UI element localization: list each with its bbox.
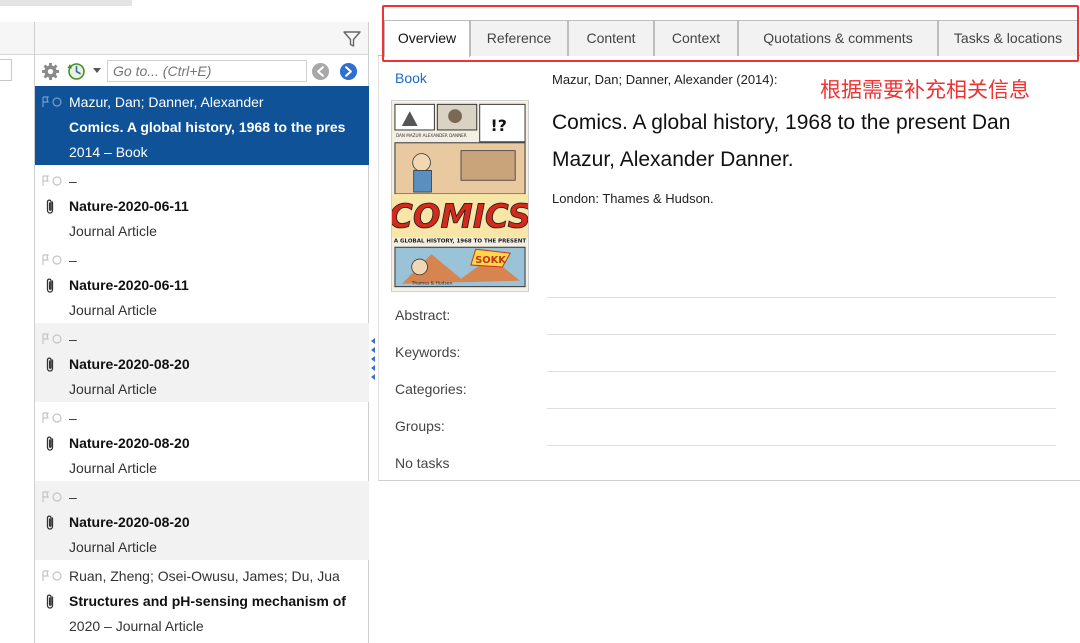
tab-quotations-comments[interactable]: Quotations & comments	[738, 20, 938, 56]
list-item[interactable]: – Nature-2020-08-20 Journal Article	[35, 481, 369, 560]
reference-list: Mazur, Dan; Danner, Alexander Comics. A …	[35, 86, 369, 639]
reference-type-link[interactable]: Book	[395, 70, 427, 86]
item-authors: –	[69, 252, 77, 268]
cover-subtitle-text: A GLOBAL HISTORY, 1968 TO THE PRESENT	[394, 238, 527, 244]
reference-list-toolbar	[35, 55, 368, 86]
tab-bar: Overview Reference Content Context Quota…	[378, 20, 1080, 57]
item-title: Structures and pH-sensing mechanism of	[69, 593, 346, 609]
reference-publisher: London: Thames & Hudson.	[552, 191, 714, 206]
tab-reference[interactable]: Reference	[470, 20, 568, 56]
cover-publisher-text: Thames & Hudson	[411, 281, 453, 287]
tab-context[interactable]: Context	[654, 20, 738, 56]
detail-panel: Overview Reference Content Context Quota…	[378, 0, 1080, 643]
item-title: Nature-2020-08-20	[69, 435, 190, 451]
groups-column-header	[0, 22, 34, 55]
reference-title: Comics. A global history, 1968 to the pr…	[552, 111, 1011, 171]
reference-authors-line: Mazur, Dan; Danner, Alexander (2014):	[552, 72, 778, 87]
item-subtitle: Journal Article	[69, 539, 157, 555]
item-authors: Mazur, Dan; Danner, Alexander	[69, 94, 264, 110]
list-item[interactable]: Ruan, Zheng; Osei-Owusu, James; Du, Jua …	[35, 560, 369, 639]
paperclip-icon	[46, 278, 54, 293]
abstract-label: Abstract:	[395, 307, 451, 323]
reference-list-header	[35, 22, 368, 55]
cover-sound-text: SOKK	[475, 255, 506, 266]
field-divider	[547, 297, 1056, 298]
forward-arrow-icon[interactable]	[339, 62, 358, 81]
list-item[interactable]: – Nature-2020-06-11 Journal Article	[35, 165, 369, 244]
book-cover-image: !? DAN MAZUR ALEXANDER DANNER COMICS A G…	[391, 100, 529, 292]
item-authors: –	[69, 410, 77, 426]
item-title: Nature-2020-06-11	[69, 277, 189, 293]
tab-content[interactable]: Content	[568, 20, 654, 56]
item-subtitle: 2020 – Journal Article	[69, 618, 204, 634]
tab-tasks-locations[interactable]: Tasks & locations	[938, 20, 1078, 56]
cover-title-text: COMICS	[391, 198, 529, 236]
item-subtitle: 2014 – Book	[69, 144, 148, 160]
item-title: Comics. A global history, 1968 to the pr…	[69, 119, 346, 135]
overview-content: Book !? DAN MAZUR ALEXANDER DANNER COMIC…	[378, 56, 1080, 481]
item-title: Nature-2020-08-20	[69, 514, 190, 530]
flag-status-icon[interactable]	[41, 333, 65, 345]
categories-label: Categories:	[395, 381, 467, 397]
item-subtitle: Journal Article	[69, 223, 157, 239]
flag-status-icon[interactable]	[41, 491, 65, 503]
item-subtitle: Journal Article	[69, 302, 157, 318]
splitter-handle[interactable]	[370, 336, 376, 382]
field-divider	[547, 371, 1056, 372]
item-title: Nature-2020-08-20	[69, 356, 190, 372]
back-arrow-icon[interactable]	[311, 62, 330, 81]
item-subtitle: Journal Article	[69, 381, 157, 397]
item-subtitle: Journal Article	[69, 460, 157, 476]
groups-search-input[interactable]	[0, 59, 12, 81]
item-title: Nature-2020-06-11	[69, 198, 189, 214]
tab-overview[interactable]: Overview	[384, 20, 470, 57]
item-authors: –	[69, 173, 77, 189]
history-icon[interactable]	[66, 61, 86, 81]
keywords-label: Keywords:	[395, 344, 461, 360]
gear-icon[interactable]	[41, 62, 60, 81]
flag-status-icon[interactable]	[41, 412, 65, 424]
categories-field[interactable]: Categories:	[379, 371, 1080, 408]
flag-status-icon[interactable]	[41, 175, 65, 187]
tasks-label: No tasks	[395, 455, 450, 471]
paperclip-icon	[46, 436, 54, 451]
item-authors: –	[69, 489, 77, 505]
groups-label: Groups:	[395, 418, 445, 434]
filter-icon[interactable]	[342, 29, 362, 49]
field-divider	[547, 334, 1056, 335]
keywords-field[interactable]: Keywords:	[379, 334, 1080, 371]
field-divider	[547, 408, 1056, 409]
paperclip-icon	[46, 515, 54, 530]
reference-list-panel: Mazur, Dan; Danner, Alexander Comics. A …	[35, 22, 369, 643]
list-item[interactable]: Mazur, Dan; Danner, Alexander Comics. A …	[35, 86, 369, 165]
field-divider	[547, 445, 1056, 446]
list-item[interactable]: – Nature-2020-06-11 Journal Article	[35, 244, 369, 323]
groups-field[interactable]: Groups:	[379, 408, 1080, 445]
tasks-field[interactable]: No tasks	[379, 445, 1080, 482]
flag-status-icon[interactable]	[41, 570, 65, 582]
paperclip-icon	[46, 357, 54, 372]
list-item[interactable]: – Nature-2020-08-20 Journal Article	[35, 402, 369, 481]
goto-input[interactable]	[107, 60, 307, 82]
cover-shout-text: !?	[491, 116, 507, 135]
item-authors: –	[69, 331, 77, 347]
history-dropdown-arrow[interactable]	[93, 68, 101, 73]
paperclip-icon	[46, 594, 54, 609]
paperclip-icon	[46, 199, 54, 214]
cover-authors-text: DAN MAZUR ALEXANDER DANNER	[396, 133, 467, 138]
annotation-note: 根据需要补充相关信息	[820, 78, 1030, 102]
flag-status-icon[interactable]	[41, 254, 65, 266]
flag-status-icon[interactable]	[41, 96, 65, 108]
window-top-strip	[0, 0, 132, 6]
list-item[interactable]: – Nature-2020-08-20 Journal Article	[35, 323, 369, 402]
groups-column	[0, 22, 35, 643]
item-authors: Ruan, Zheng; Osei-Owusu, James; Du, Jua	[69, 568, 340, 584]
abstract-field[interactable]: Abstract:	[379, 297, 1080, 334]
